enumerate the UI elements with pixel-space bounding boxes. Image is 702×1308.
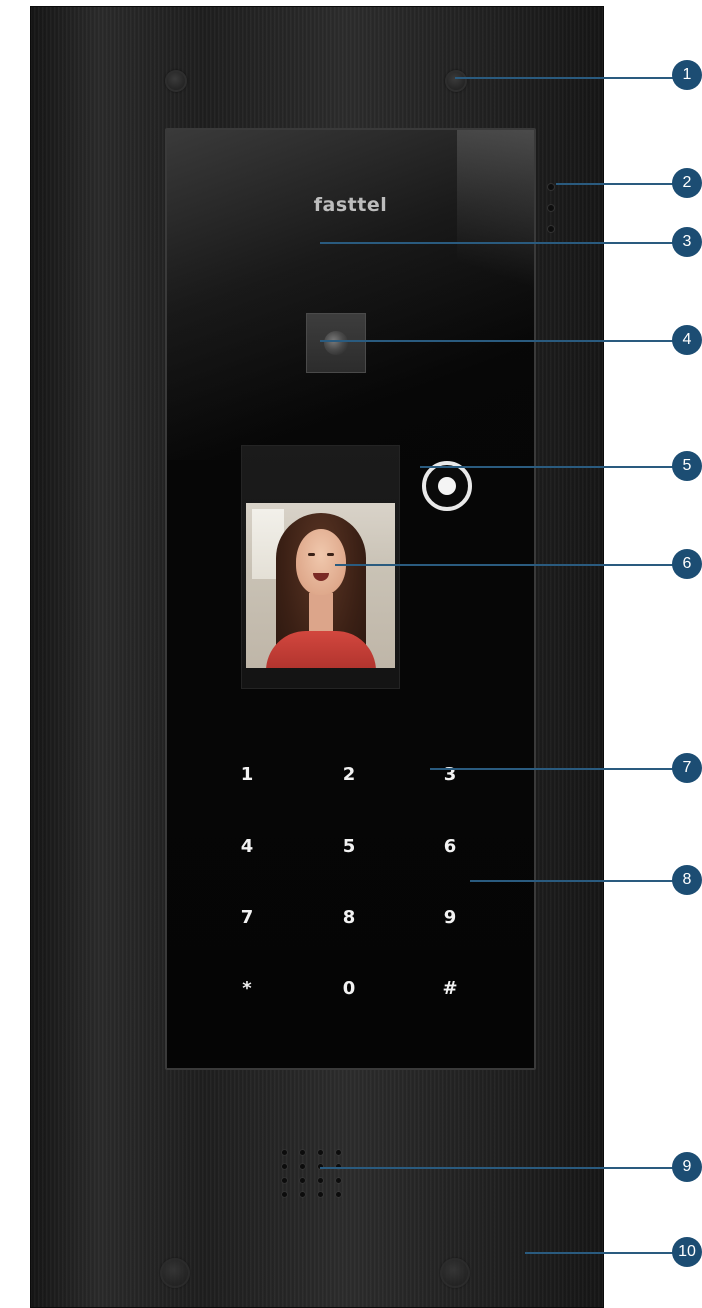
bottom-left-screw xyxy=(160,1258,190,1288)
video-feed-image xyxy=(246,503,395,668)
callout-badge-9: 9 xyxy=(672,1152,702,1182)
callout-badge-7: 7 xyxy=(672,753,702,783)
grille-hole xyxy=(300,1150,305,1155)
grille-hole xyxy=(282,1150,287,1155)
key-2[interactable]: 2 xyxy=(329,760,369,790)
callout-line-10 xyxy=(525,1252,676,1254)
callout-line-9 xyxy=(320,1167,676,1169)
grille-hole xyxy=(300,1192,305,1197)
microphone-hole xyxy=(548,205,554,211)
brand-logo: fasttel xyxy=(313,194,388,216)
callout-line-1 xyxy=(455,77,675,79)
video-display xyxy=(241,445,400,689)
key-0[interactable]: 0 xyxy=(329,974,369,1004)
speaker-grille xyxy=(282,1150,352,1212)
video-person-eye xyxy=(308,553,315,556)
key-5[interactable]: 5 xyxy=(329,832,369,862)
callout-line-5 xyxy=(420,466,676,468)
microphone-hole xyxy=(548,226,554,232)
microphone-hole xyxy=(548,184,554,190)
bottom-right-screw xyxy=(440,1258,470,1288)
callout-badge-5: 5 xyxy=(672,451,702,481)
camera-lens-icon xyxy=(324,331,348,355)
callout-line-8 xyxy=(470,880,676,882)
callout-badge-2: 2 xyxy=(672,168,702,198)
grille-hole xyxy=(318,1192,323,1197)
callout-badge-4: 4 xyxy=(672,325,702,355)
top-right-screw xyxy=(445,70,467,92)
callout-line-4 xyxy=(320,340,676,342)
key-9[interactable]: 9 xyxy=(430,903,470,933)
callout-badge-1: 1 xyxy=(672,60,702,90)
callout-line-7 xyxy=(430,768,676,770)
grille-hole xyxy=(336,1150,341,1155)
key-8[interactable]: 8 xyxy=(329,903,369,933)
camera-module xyxy=(306,313,366,373)
video-person-face xyxy=(296,529,346,595)
callout-badge-10: 10 xyxy=(672,1237,702,1267)
grille-hole xyxy=(318,1150,323,1155)
proximity-reader[interactable] xyxy=(422,461,472,511)
callout-badge-6: 6 xyxy=(672,549,702,579)
callout-badge-3: 3 xyxy=(672,227,702,257)
reader-indicator-icon xyxy=(438,477,456,495)
video-person-eye xyxy=(327,553,334,556)
grille-hole xyxy=(336,1178,341,1183)
grille-hole xyxy=(282,1192,287,1197)
video-person-mouth xyxy=(313,573,329,581)
grille-hole xyxy=(336,1192,341,1197)
video-person-neck xyxy=(309,593,333,633)
grille-hole xyxy=(282,1164,287,1169)
key-hash[interactable]: # xyxy=(430,974,470,1004)
glass-reflection xyxy=(457,130,534,330)
callout-line-2 xyxy=(556,183,676,185)
key-7[interactable]: 7 xyxy=(227,903,267,933)
key-1[interactable]: 1 xyxy=(227,760,267,790)
grille-hole xyxy=(318,1178,323,1183)
glass-front-panel: fasttel 1 2 3 4 5 6 7 8 9 * 0 # xyxy=(165,128,536,1070)
top-left-screw xyxy=(165,70,187,92)
grille-hole xyxy=(300,1164,305,1169)
intercom-panel: fasttel 1 2 3 4 5 6 7 8 9 * 0 # xyxy=(30,6,604,1308)
key-star[interactable]: * xyxy=(227,974,267,1004)
key-3[interactable]: 3 xyxy=(430,760,470,790)
key-4[interactable]: 4 xyxy=(227,832,267,862)
key-6[interactable]: 6 xyxy=(430,832,470,862)
keypad: 1 2 3 4 5 6 7 8 9 * 0 # xyxy=(167,760,534,1020)
callout-badge-8: 8 xyxy=(672,865,702,895)
callout-line-3 xyxy=(320,242,676,244)
callout-line-6 xyxy=(335,564,676,566)
grille-hole xyxy=(282,1178,287,1183)
grille-hole xyxy=(300,1178,305,1183)
